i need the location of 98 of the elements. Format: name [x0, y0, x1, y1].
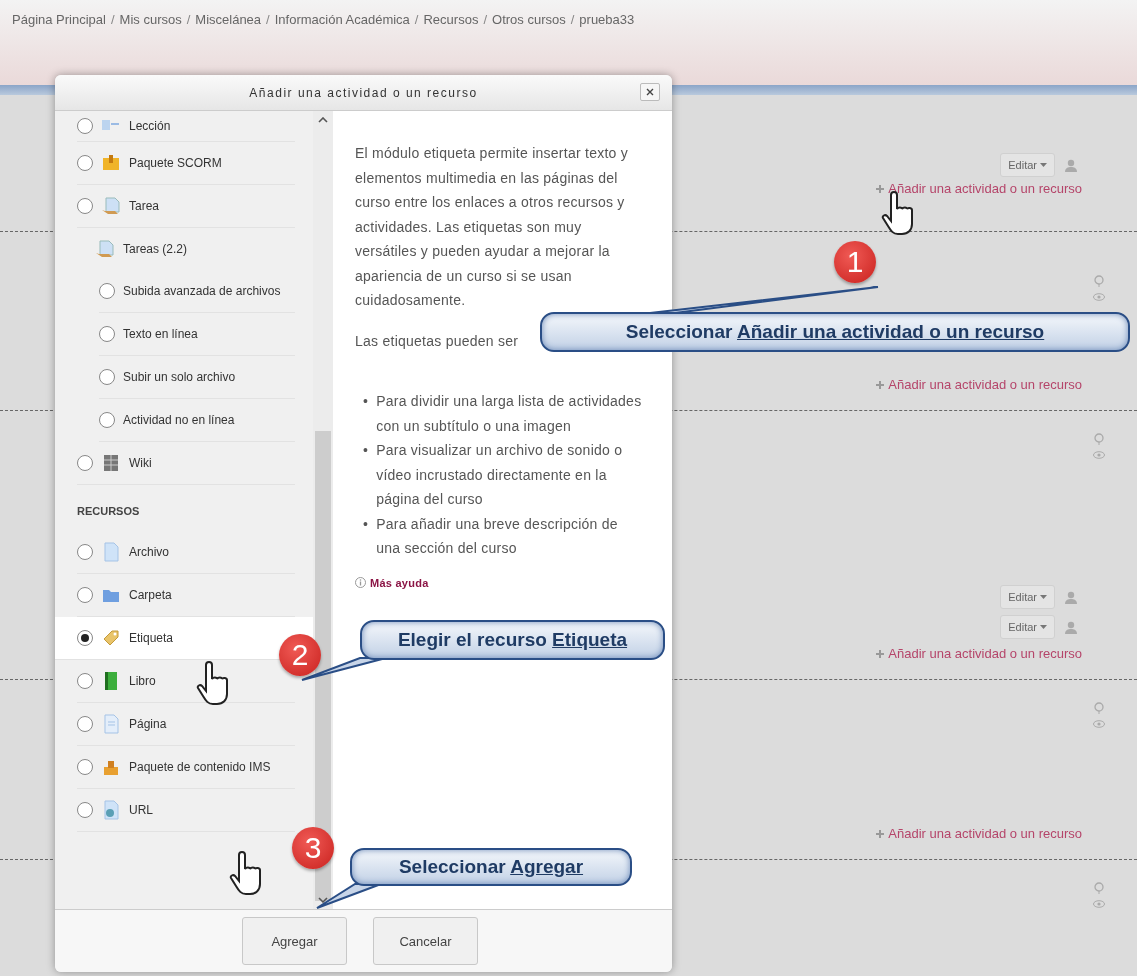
- radio-button[interactable]: [77, 118, 93, 134]
- user-icon: [1065, 158, 1077, 172]
- bullet-item: Para dividir una larga lista de actividades con un subtítulo o una imagen: [376, 392, 643, 436]
- radio-button[interactable]: [77, 716, 93, 732]
- option-label[interactable]: Actividad no en línea: [123, 407, 235, 433]
- info-icon: [355, 577, 366, 589]
- breadcrumb-separator: /: [186, 12, 191, 27]
- radio-button[interactable]: [77, 587, 93, 603]
- breadcrumb-separator: /: [266, 12, 270, 27]
- breadcrumb-separator: /: [110, 12, 115, 27]
- breadcrumb-separator: /: [570, 12, 575, 27]
- scroll-up-icon[interactable]: [318, 117, 328, 123]
- radio-button[interactable]: [77, 455, 93, 471]
- caret-icon: [1040, 595, 1047, 599]
- add-activity-link[interactable]: Añadir una actividad o un recurso: [888, 826, 1082, 841]
- user-icon: [1065, 590, 1077, 604]
- add-activity-link[interactable]: Añadir una actividad o un recurso: [888, 646, 1082, 661]
- module-icon: [101, 453, 121, 473]
- option-label[interactable]: Subir un solo archivo: [123, 364, 236, 390]
- radio-button[interactable]: [77, 802, 93, 818]
- callout-label: Seleccionar Añadir una actividad o un recurso: [540, 312, 1130, 352]
- radio-button[interactable]: [77, 759, 93, 775]
- option-label[interactable]: Lección: [129, 113, 171, 139]
- eye-icon: [1093, 451, 1105, 459]
- option-label[interactable]: Paquete SCORM: [129, 150, 222, 176]
- radio-button[interactable]: [77, 198, 93, 214]
- plus-icon: [875, 183, 886, 194]
- module-icon: [101, 153, 121, 173]
- option-label[interactable]: Carpeta: [129, 582, 172, 608]
- caret-icon: [1040, 625, 1047, 629]
- breadcrumb-link[interactable]: Información Académica: [274, 12, 410, 27]
- edit-dropdown[interactable]: Editar: [1000, 585, 1055, 609]
- radio-button[interactable]: [77, 544, 93, 560]
- close-icon: [646, 88, 654, 96]
- group-label: Tareas (2.2): [123, 242, 188, 256]
- bullet-marker: •: [363, 392, 369, 411]
- breadcrumb-link[interactable]: Miscelánea: [195, 12, 262, 27]
- module-icon: [101, 800, 121, 820]
- pin-icon: [1094, 882, 1104, 894]
- edit-dropdown[interactable]: Editar: [1000, 615, 1055, 639]
- edit-dropdown[interactable]: Editar: [1000, 153, 1055, 177]
- add-activity-link[interactable]: Añadir una actividad o un recurso: [888, 377, 1082, 392]
- pin-icon: [1094, 275, 1104, 287]
- add-button[interactable]: Agregar: [242, 917, 347, 965]
- section-heading: RECURSOS: [77, 504, 141, 519]
- cancel-button[interactable]: Cancelar: [373, 917, 478, 965]
- radio-button[interactable]: [77, 630, 93, 646]
- bullet-marker: •: [363, 514, 369, 534]
- breadcrumb-link[interactable]: Página Principal: [12, 12, 106, 27]
- breadcrumb-link[interactable]: Recursos: [423, 12, 479, 27]
- module-icon: [101, 542, 121, 562]
- description-text: El módulo etiqueta permite insertar texto y elementos multimedia en las páginas del curso entre los enlaces a otros recursos y actividades. Las etiquetas son muy versátiles y pueden ayudar a mejorar la apariencia de un curso si se usan cuidadosamente.: [355, 144, 629, 310]
- module-icon: [101, 714, 121, 734]
- breadcrumb-separator: /: [483, 12, 487, 27]
- module-icon: [101, 196, 121, 216]
- radio-button[interactable]: [77, 155, 93, 171]
- breadcrumb-link[interactable]: Otros cursos: [492, 12, 566, 27]
- close-button[interactable]: [640, 83, 660, 101]
- plus-icon: [875, 379, 886, 390]
- callout-label: Seleccionar Agregar: [350, 848, 632, 886]
- radio-button[interactable]: [99, 369, 115, 385]
- option-label[interactable]: URL: [129, 797, 153, 823]
- radio-button[interactable]: [99, 412, 115, 428]
- breadcrumb-link[interactable]: Mis cursos: [119, 12, 182, 27]
- option-label[interactable]: Página: [129, 711, 167, 737]
- pin-icon: [1094, 702, 1104, 714]
- option-label[interactable]: Tarea: [129, 193, 160, 219]
- eye-icon: [1093, 293, 1105, 301]
- option-label[interactable]: Texto en línea: [123, 321, 198, 347]
- step-number: 1: [834, 241, 876, 283]
- radio-button[interactable]: [99, 326, 115, 342]
- dialog-title: Añadir una actividad o un recurso: [249, 85, 478, 100]
- radio-button[interactable]: [99, 283, 115, 299]
- help-link[interactable]: Más ayuda: [370, 570, 429, 595]
- plus-icon: [875, 828, 886, 839]
- scroll-down-icon[interactable]: [318, 897, 328, 903]
- breadcrumb-link[interactable]: prueba33: [579, 12, 635, 27]
- eye-icon: [1093, 900, 1105, 908]
- option-label[interactable]: Libro: [129, 668, 156, 694]
- add-activity-link[interactable]: Añadir una actividad o un recurso: [888, 181, 1082, 196]
- pin-icon: [1094, 433, 1104, 445]
- option-label[interactable]: Archivo: [129, 539, 169, 565]
- caret-icon: [1040, 163, 1047, 167]
- user-icon: [1065, 620, 1077, 634]
- bullet-marker: •: [363, 441, 369, 460]
- callout-label: Elegir el recurso Etiqueta: [360, 620, 665, 660]
- breadcrumb-separator: /: [414, 12, 419, 27]
- option-label[interactable]: Wiki: [129, 450, 152, 476]
- radio-button[interactable]: [77, 673, 93, 689]
- option-label[interactable]: Paquete de contenido IMS: [129, 754, 271, 780]
- module-icon: [95, 239, 115, 259]
- eye-icon: [1093, 720, 1105, 728]
- module-icon: [101, 628, 121, 648]
- option-label[interactable]: Subida avanzada de archivos: [123, 278, 281, 304]
- plus-icon: [875, 648, 886, 659]
- option-label[interactable]: Etiqueta: [129, 625, 174, 651]
- bullet-item: Para añadir una breve descripción de una sección del curso: [376, 514, 619, 558]
- bullet-item: Para visualizar un archivo de sonido o vídeo incrustado directamente en la página del curso: [376, 441, 624, 509]
